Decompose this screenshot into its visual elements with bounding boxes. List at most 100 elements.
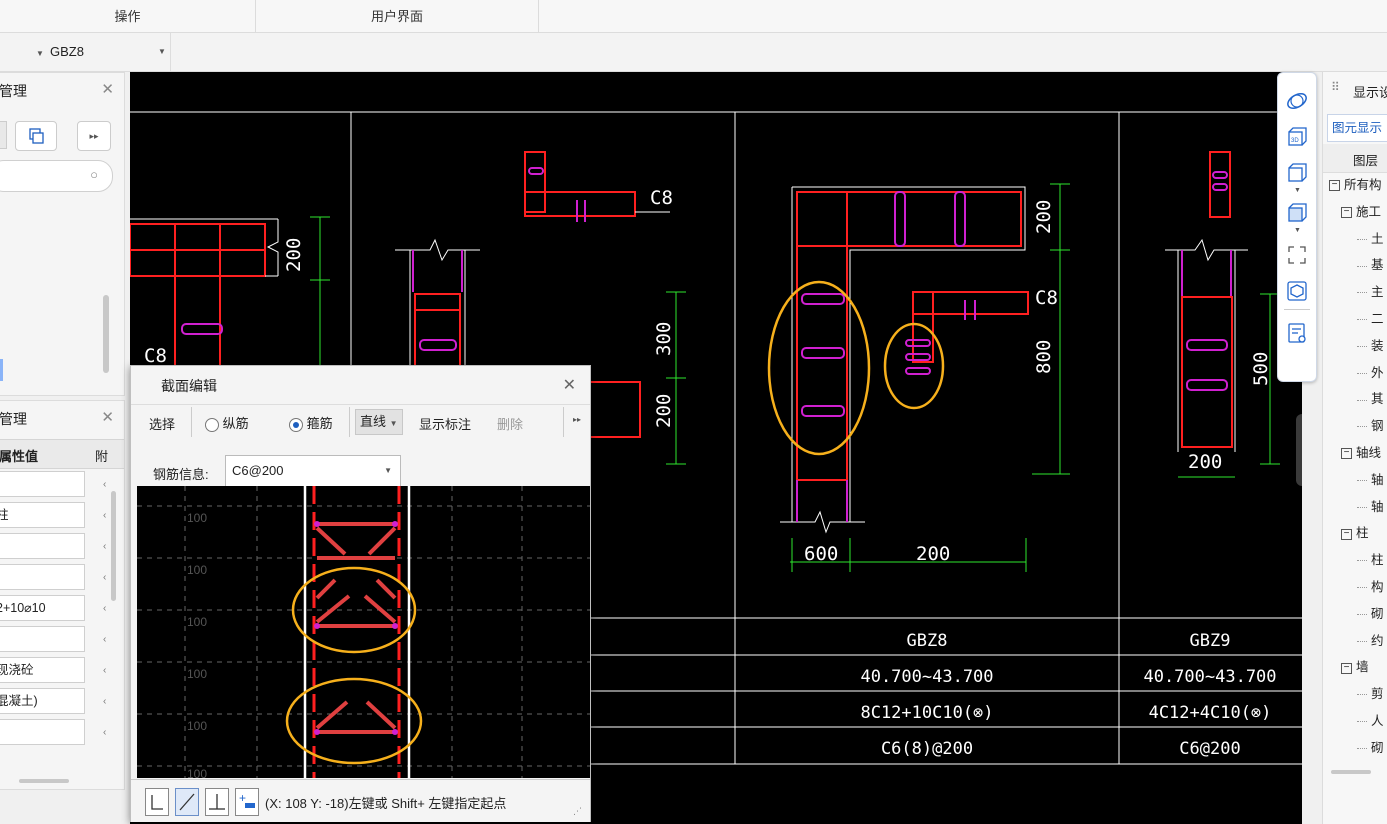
tree-item[interactable]: − 轴线 (1341, 442, 1381, 464)
selector-bar: ▼ GBZ8 ▼ (0, 33, 1387, 72)
dimension-label: 200 (1033, 200, 1055, 234)
close-icon[interactable]: ✕ (563, 366, 576, 406)
select-button[interactable]: 选择 (149, 414, 175, 433)
tree-item[interactable]: 砌 (1357, 603, 1384, 625)
property-value-7[interactable]: 现浇砼 (0, 657, 85, 683)
solid-cube-icon[interactable] (1285, 201, 1309, 225)
close-icon[interactable]: ✕ (101, 73, 114, 107)
drag-handle-icon[interactable]: ⠿ (1331, 80, 1340, 94)
property-value-9[interactable] (0, 719, 85, 745)
more-icon[interactable]: ▸▸ (573, 415, 581, 424)
ribbon-group-ui[interactable]: 用户界面 (256, 0, 538, 32)
property-value-3[interactable] (0, 533, 85, 559)
radio-longitudinal-label: 纵筋 (222, 416, 249, 431)
tree-item[interactable]: − 施工 (1341, 201, 1381, 223)
collapse-icon[interactable]: − (1329, 180, 1340, 192)
tree-item[interactable]: 轴 (1357, 496, 1384, 518)
ribbon-group-operate[interactable]: 操作 (0, 0, 255, 32)
corner-tool-icon[interactable] (145, 788, 169, 816)
tree-item[interactable]: 主 (1357, 281, 1384, 303)
radio-stirrup[interactable]: 箍筋 (289, 413, 333, 432)
collapse-icon[interactable]: − (1341, 528, 1352, 540)
scrollbar[interactable] (1331, 770, 1371, 774)
orbit-icon[interactable] (1285, 89, 1309, 113)
svg-text:3D: 3D (1291, 138, 1299, 144)
tree-item-label: 墙 (1356, 660, 1369, 675)
fullscreen-icon[interactable] (1285, 243, 1309, 267)
resize-grip-icon[interactable]: ⋰ (573, 806, 582, 817)
svg-text:+: + (239, 791, 246, 805)
chevron-down-icon[interactable]: ▼ (1294, 227, 1301, 234)
tree-item[interactable]: 轴 (1357, 469, 1384, 491)
view-toolbar: 3D ▼ ▼ (1277, 72, 1317, 382)
tree-item[interactable]: 二 (1357, 308, 1384, 330)
tree-item[interactable]: − 柱 (1341, 522, 1369, 544)
collapse-icon[interactable]: − (1341, 448, 1352, 460)
chevron-down-icon[interactable]: ▼ (1294, 187, 1301, 194)
component-selector[interactable]: GBZ8 ▼ (50, 33, 171, 71)
cube-view-icon[interactable] (1285, 161, 1309, 185)
tree-item[interactable]: − 所有构 (1329, 174, 1382, 196)
property-value-8[interactable]: 混凝土) (0, 688, 85, 714)
line-mode-dropdown[interactable]: 直线 ▼ (355, 409, 403, 435)
tree-item-label: 柱 (1371, 553, 1384, 568)
radio-longitudinal[interactable]: 纵筋 (205, 413, 249, 432)
tree-item[interactable]: 其 (1357, 388, 1384, 410)
3d-view-icon[interactable]: 3D (1285, 125, 1309, 149)
copy-button[interactable] (15, 121, 57, 151)
show-annotation-button[interactable]: 显示标注 (419, 414, 471, 433)
tree-item[interactable]: 约 (1357, 630, 1384, 652)
tree-item-label: 所有构 (1344, 178, 1382, 192)
property-value-5[interactable]: 2+10⌀10 (0, 595, 85, 621)
tree-item[interactable]: − 墙 (1341, 656, 1369, 678)
property-value-6[interactable] (0, 626, 85, 652)
property-value-1[interactable] (0, 471, 85, 497)
tree-item[interactable]: 基 (1357, 254, 1384, 276)
close-icon[interactable]: ✕ (101, 401, 114, 435)
tree-item[interactable]: 构 (1357, 576, 1384, 598)
expand-panel-handle[interactable]: › (1296, 414, 1302, 486)
left-panel-properties: 管理 ✕ 属性值 附 柱 2+10⌀10 现浇砼 混凝土) ‹‹‹ ‹‹‹ ‹‹… (0, 400, 125, 790)
section-canvas[interactable]: 100 100 100 100 100 100 (137, 486, 590, 778)
display-settings-icon[interactable] (1285, 321, 1309, 345)
tree-item[interactable]: 柱 (1357, 549, 1384, 571)
dialog-title: 截面编辑 (161, 378, 217, 394)
box-view-icon[interactable] (1285, 279, 1309, 303)
table-cell-stirrup: C6@200 (1179, 739, 1240, 759)
tree-item[interactable]: 砌 (1357, 737, 1384, 759)
tree-item[interactable]: 钢 (1357, 415, 1384, 437)
delete-button[interactable]: 删除 (497, 414, 523, 433)
tree-item-label: 柱 (1356, 526, 1369, 541)
component-selector-value: GBZ8 (50, 44, 84, 59)
chevron-down-icon[interactable]: ▼ (36, 33, 44, 71)
scrollbar[interactable] (111, 491, 116, 601)
collapse-icon[interactable]: − (1341, 207, 1352, 218)
scrollbar[interactable] (103, 295, 109, 373)
layer-tree: − 所有构 − 施工土基主二装外其钢 − 轴线轴轴 − 柱柱构砌约 − 墙剪人砌 (1323, 174, 1387, 764)
tree-item[interactable]: 外 (1357, 362, 1384, 384)
tree-item[interactable]: 装 (1357, 335, 1384, 357)
collapse-icon[interactable]: − (1341, 662, 1352, 674)
search-input[interactable]: ○ (0, 160, 113, 192)
perpendicular-tool-icon[interactable] (205, 788, 229, 816)
scrollbar[interactable] (19, 779, 69, 783)
more-icon[interactable]: ▸▸ (77, 121, 111, 151)
tab-element-display[interactable]: 图元显示 (1327, 114, 1387, 142)
table-cell-name: GBZ8 (907, 631, 948, 651)
add-point-tool-icon[interactable]: + (235, 788, 259, 816)
search-icon: ○ (90, 167, 98, 182)
bar-label: C8 (144, 345, 167, 367)
property-value-4[interactable] (0, 564, 85, 590)
tree-item[interactable]: 土 (1357, 228, 1384, 250)
tree-item-label: 土 (1371, 231, 1384, 246)
tree-item[interactable]: 人 (1357, 710, 1384, 732)
property-value-2[interactable]: 柱 (0, 502, 85, 528)
tree-item-label: 二 (1371, 312, 1384, 326)
table-cell-elevation: 40.700~43.700 (1143, 667, 1276, 687)
status-bar: + (X: 108 Y: -18)左键或 Shift+ 左键指定起点 ⋰ (131, 779, 590, 822)
line-tool-icon[interactable] (175, 788, 199, 816)
tree-item-label: 主 (1371, 285, 1384, 300)
tree-item[interactable]: 剪 (1357, 683, 1384, 705)
rebar-info-select[interactable]: C6@200 ▼ (225, 455, 401, 487)
left-panel-component: 管理 ✕ ▸▸ ○ (0, 72, 125, 396)
